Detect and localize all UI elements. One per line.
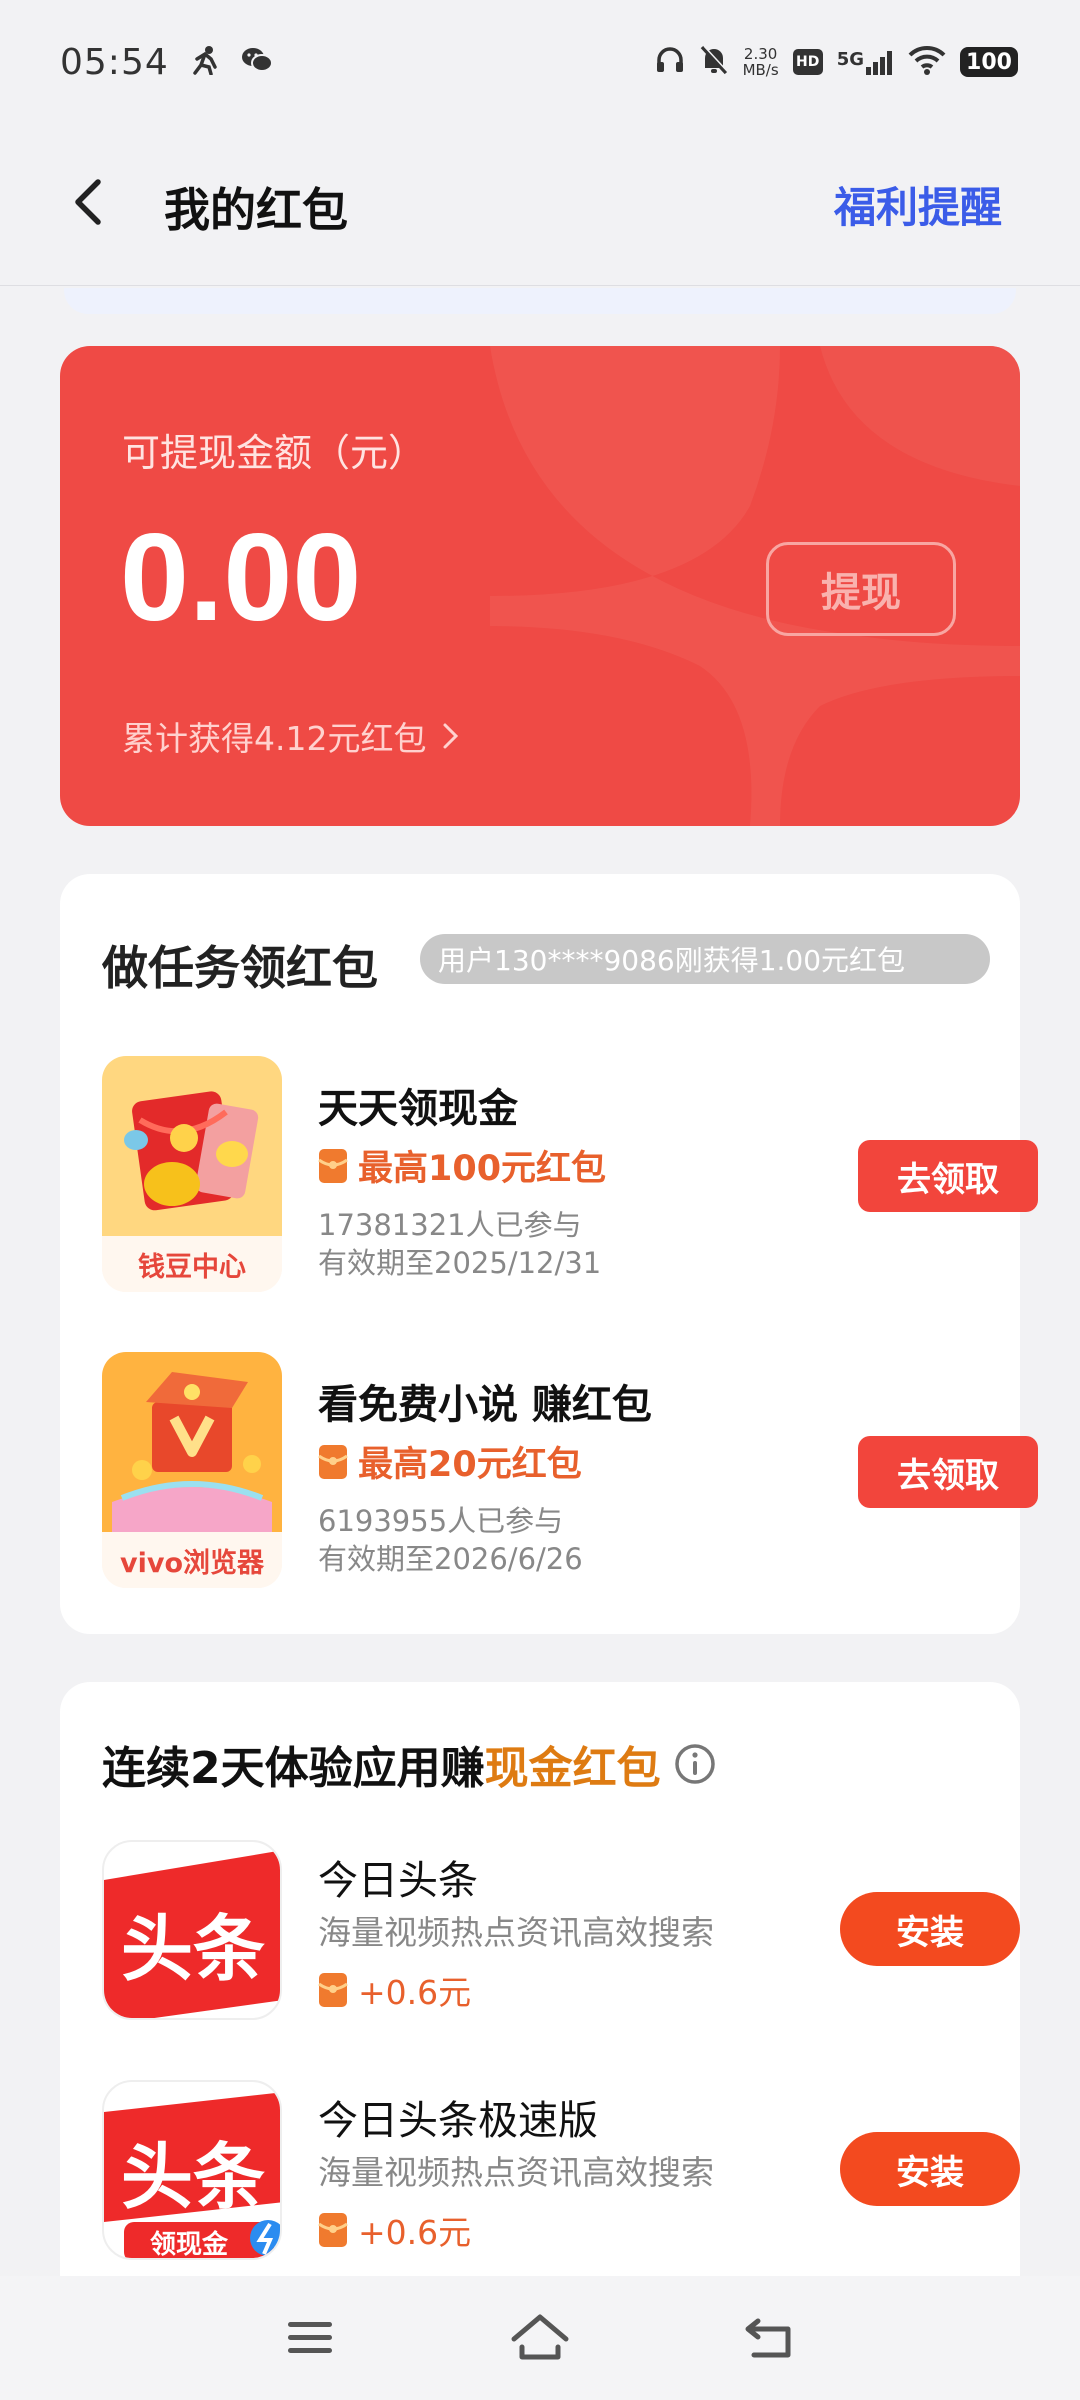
task-meta: 17381321人已参与 有效期至2025/12/31 — [318, 1206, 601, 1282]
signal-icon: 5G — [837, 49, 894, 75]
total-earned-text: 累计获得4.12元红包 — [122, 719, 427, 758]
battery-indicator: 100 — [960, 47, 1018, 77]
balance-card: 可提现金额（元） 0.00 提现 累计获得4.12元红包 — [60, 346, 1020, 826]
running-icon — [191, 45, 219, 79]
withdraw-button[interactable]: 提现 — [766, 542, 956, 636]
net-speed-unit: MB/s — [742, 61, 779, 79]
nav-back-button[interactable] — [740, 2308, 800, 2368]
task-participants: 17381321人已参与 — [318, 1208, 582, 1242]
task-reward: 最高100元红包 — [318, 1140, 606, 1191]
task-icon-label: 钱豆中心 — [102, 1236, 282, 1292]
app-reward-text: +0.6元 — [358, 2213, 472, 2252]
qiandou-center-icon: 钱豆中心 — [102, 1056, 282, 1292]
nav-menu-button[interactable] — [280, 2308, 340, 2368]
status-left: 05:54 — [60, 42, 273, 83]
toutiao-icon: 头条 — [102, 1840, 282, 2020]
task-name: 看免费小说 赚红包 — [318, 1382, 652, 1428]
task-icon-label: vivo浏览器 — [102, 1532, 282, 1588]
app-reward-text: +0.6元 — [358, 1973, 472, 2012]
page-title: 我的红包 — [164, 183, 348, 237]
reward-ticker: 用户130****9086刚获得1.00元红包 — [420, 934, 990, 984]
nav-home-button[interactable] — [510, 2308, 570, 2368]
mute-bell-icon — [699, 44, 729, 80]
app-title-prefix: 连续2天体验应用赚 — [102, 1743, 485, 1794]
menu-icon — [288, 2322, 332, 2353]
task-reward-text: 最高20元红包 — [358, 1445, 582, 1485]
task-reward-text: 最高100元红包 — [358, 1149, 607, 1189]
app-name: 今日头条极速版 — [318, 2098, 598, 2144]
banner-remnant — [64, 288, 1016, 314]
task-item[interactable]: 钱豆中心 天天领现金 最高100元红包 17381321人已参与 有效期至202… — [102, 1056, 1038, 1296]
wifi-icon — [908, 45, 946, 79]
status-time: 05:54 — [60, 41, 169, 83]
app-title-highlight: 现金红包 — [484, 1743, 661, 1794]
app-reward: +0.6元 — [318, 2206, 471, 2254]
back-button[interactable] — [62, 172, 122, 232]
task-participants: 6193955人已参与 — [318, 1504, 564, 1538]
app-icon-text: 头条 — [120, 2135, 265, 2219]
red-packet-icon — [318, 2213, 348, 2247]
task-meta: 6193955人已参与 有效期至2026/6/26 — [318, 1502, 583, 1578]
withdrawable-amount: 0.00 — [120, 509, 362, 647]
headphone-icon — [655, 45, 685, 79]
wechat-icon — [241, 46, 273, 78]
hd-badge: HD — [792, 49, 823, 75]
app-reward: +0.6元 — [318, 1966, 471, 2014]
install-button[interactable]: 安装 — [840, 2132, 1020, 2206]
back-icon — [745, 2318, 791, 2358]
network-label: 5G — [836, 49, 864, 70]
task-reward: 最高20元红包 — [318, 1436, 582, 1487]
claim-button[interactable]: 去领取 — [858, 1436, 1038, 1508]
withdrawable-label: 可提现金额（元） — [122, 431, 427, 475]
toutiao-lite-icon: 头条 领现金 — [102, 2080, 282, 2260]
app-item[interactable]: 头条 领现金 今日头条极速版 海量视频热点资讯高效搜索 +0.6元 安装 — [102, 2080, 1020, 2270]
back-arrow-icon — [75, 179, 101, 225]
red-packet-icon — [318, 1148, 348, 1183]
system-nav-bar — [0, 2276, 1080, 2400]
home-icon — [511, 2314, 569, 2360]
app-icon-text: 头条 — [120, 1907, 265, 1991]
task-card: 做任务领红包 用户130****9086刚获得1.00元红包 钱豆中心 天天领现… — [60, 874, 1038, 1634]
header: 我的红包 福利提醒 — [0, 124, 1080, 286]
task-validity: 有效期至2025/12/31 — [318, 1246, 602, 1280]
red-packet-icon — [318, 1973, 348, 2007]
app-name: 今日头条 — [318, 1858, 478, 1904]
net-speed: 2.30 MB/s — [743, 46, 779, 78]
welfare-reminder-button[interactable]: 福利提醒 — [834, 174, 1002, 235]
total-earned-link[interactable]: 累计获得4.12元红包 — [122, 712, 460, 760]
status-bar: 05:54 2.30 MB/s HD 5G 100 — [0, 0, 1080, 124]
vivo-browser-icon: vivo浏览器 — [102, 1352, 282, 1588]
info-icon[interactable] — [673, 1742, 717, 1786]
claim-button[interactable]: 去领取 — [858, 1140, 1038, 1212]
task-name: 天天领现金 — [318, 1086, 518, 1132]
task-section-title: 做任务领红包 — [102, 941, 378, 995]
app-item[interactable]: 头条 今日头条 海量视频热点资讯高效搜索 +0.6元 安装 — [102, 1840, 1020, 2030]
red-packet-icon — [318, 1444, 348, 1479]
install-button[interactable]: 安装 — [840, 1892, 1020, 1966]
app-desc: 海量视频热点资讯高效搜索 — [318, 1913, 714, 1952]
app-icon-subtext: 领现金 — [149, 2230, 228, 2260]
task-validity: 有效期至2026/6/26 — [318, 1542, 583, 1576]
status-right: 2.30 MB/s HD 5G 100 — [655, 44, 1018, 80]
chevron-right-icon — [443, 723, 459, 749]
app-section-title: 连续2天体验应用赚 现金红包 — [102, 1732, 717, 1796]
app-desc: 海量视频热点资讯高效搜索 — [318, 2153, 714, 2192]
task-item[interactable]: vivo浏览器 看免费小说 赚红包 最高20元红包 6193955人已参与 有效… — [102, 1352, 1038, 1592]
